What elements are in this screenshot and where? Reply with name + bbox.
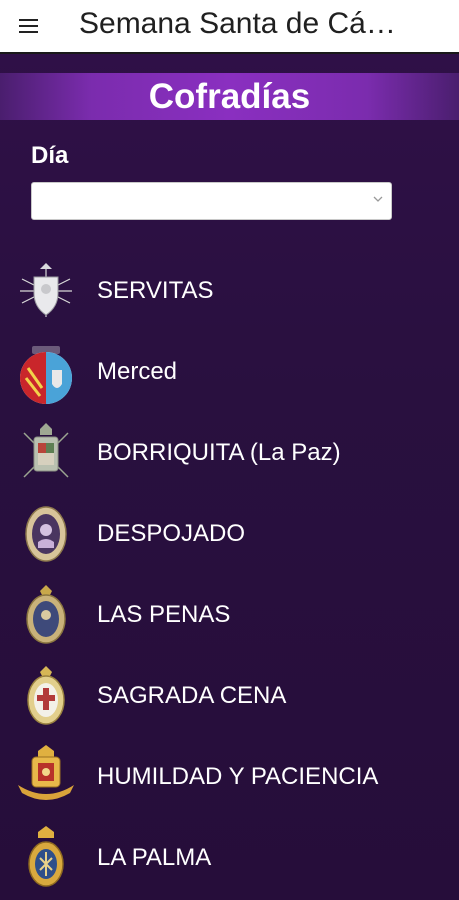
list-item[interactable]: LAS PENAS — [0, 575, 459, 656]
merced-crest-icon — [20, 346, 72, 404]
list-item[interactable]: LA PALMA — [0, 818, 459, 899]
app-bar: Semana Santa de Cá… — [0, 0, 459, 54]
list-item-label: SERVITAS — [97, 277, 214, 304]
la-palma-crest-icon — [28, 826, 64, 887]
humildad-paciencia-crest-icon — [18, 745, 74, 800]
list-item-label: SAGRADA CENA — [97, 682, 287, 709]
list-item-label: LA PALMA — [97, 844, 212, 871]
list-item-label: Merced — [97, 358, 178, 385]
dia-label: Día — [31, 142, 69, 169]
borriquita-crest-icon — [23, 423, 69, 478]
list-item-label: BORRIQUITA (La Paz) — [97, 439, 341, 466]
section-header: Cofradías — [0, 73, 459, 120]
servitas-crest-icon — [20, 263, 72, 317]
list-item-label: DESPOJADO — [97, 520, 246, 547]
chevron-down-icon — [373, 196, 383, 202]
list-item[interactable]: BORRIQUITA (La Paz) — [0, 413, 459, 494]
list-item-label: LAS PENAS — [97, 601, 231, 628]
app-title: Semana Santa de Cá… — [79, 7, 396, 40]
sagrada-cena-crest-icon — [27, 666, 65, 725]
despojado-crest-icon — [25, 506, 67, 562]
list-item[interactable]: HUMILDAD Y PACIENCIA — [0, 737, 459, 818]
list-item[interactable]: SAGRADA CENA — [0, 656, 459, 737]
hamburger-menu-icon[interactable] — [16, 13, 44, 41]
list-item[interactable]: SERVITAS — [0, 251, 459, 332]
las-penas-crest-icon — [26, 585, 66, 644]
dia-select[interactable] — [31, 182, 392, 220]
main-content: Cofradías Día SERVITAS Merced BORRIQUITA… — [0, 54, 459, 900]
list-item-label: HUMILDAD Y PACIENCIA — [97, 763, 379, 790]
list-item[interactable]: DESPOJADO — [0, 494, 459, 575]
section-title: Cofradías — [148, 77, 311, 116]
list-item[interactable]: Merced — [0, 332, 459, 413]
